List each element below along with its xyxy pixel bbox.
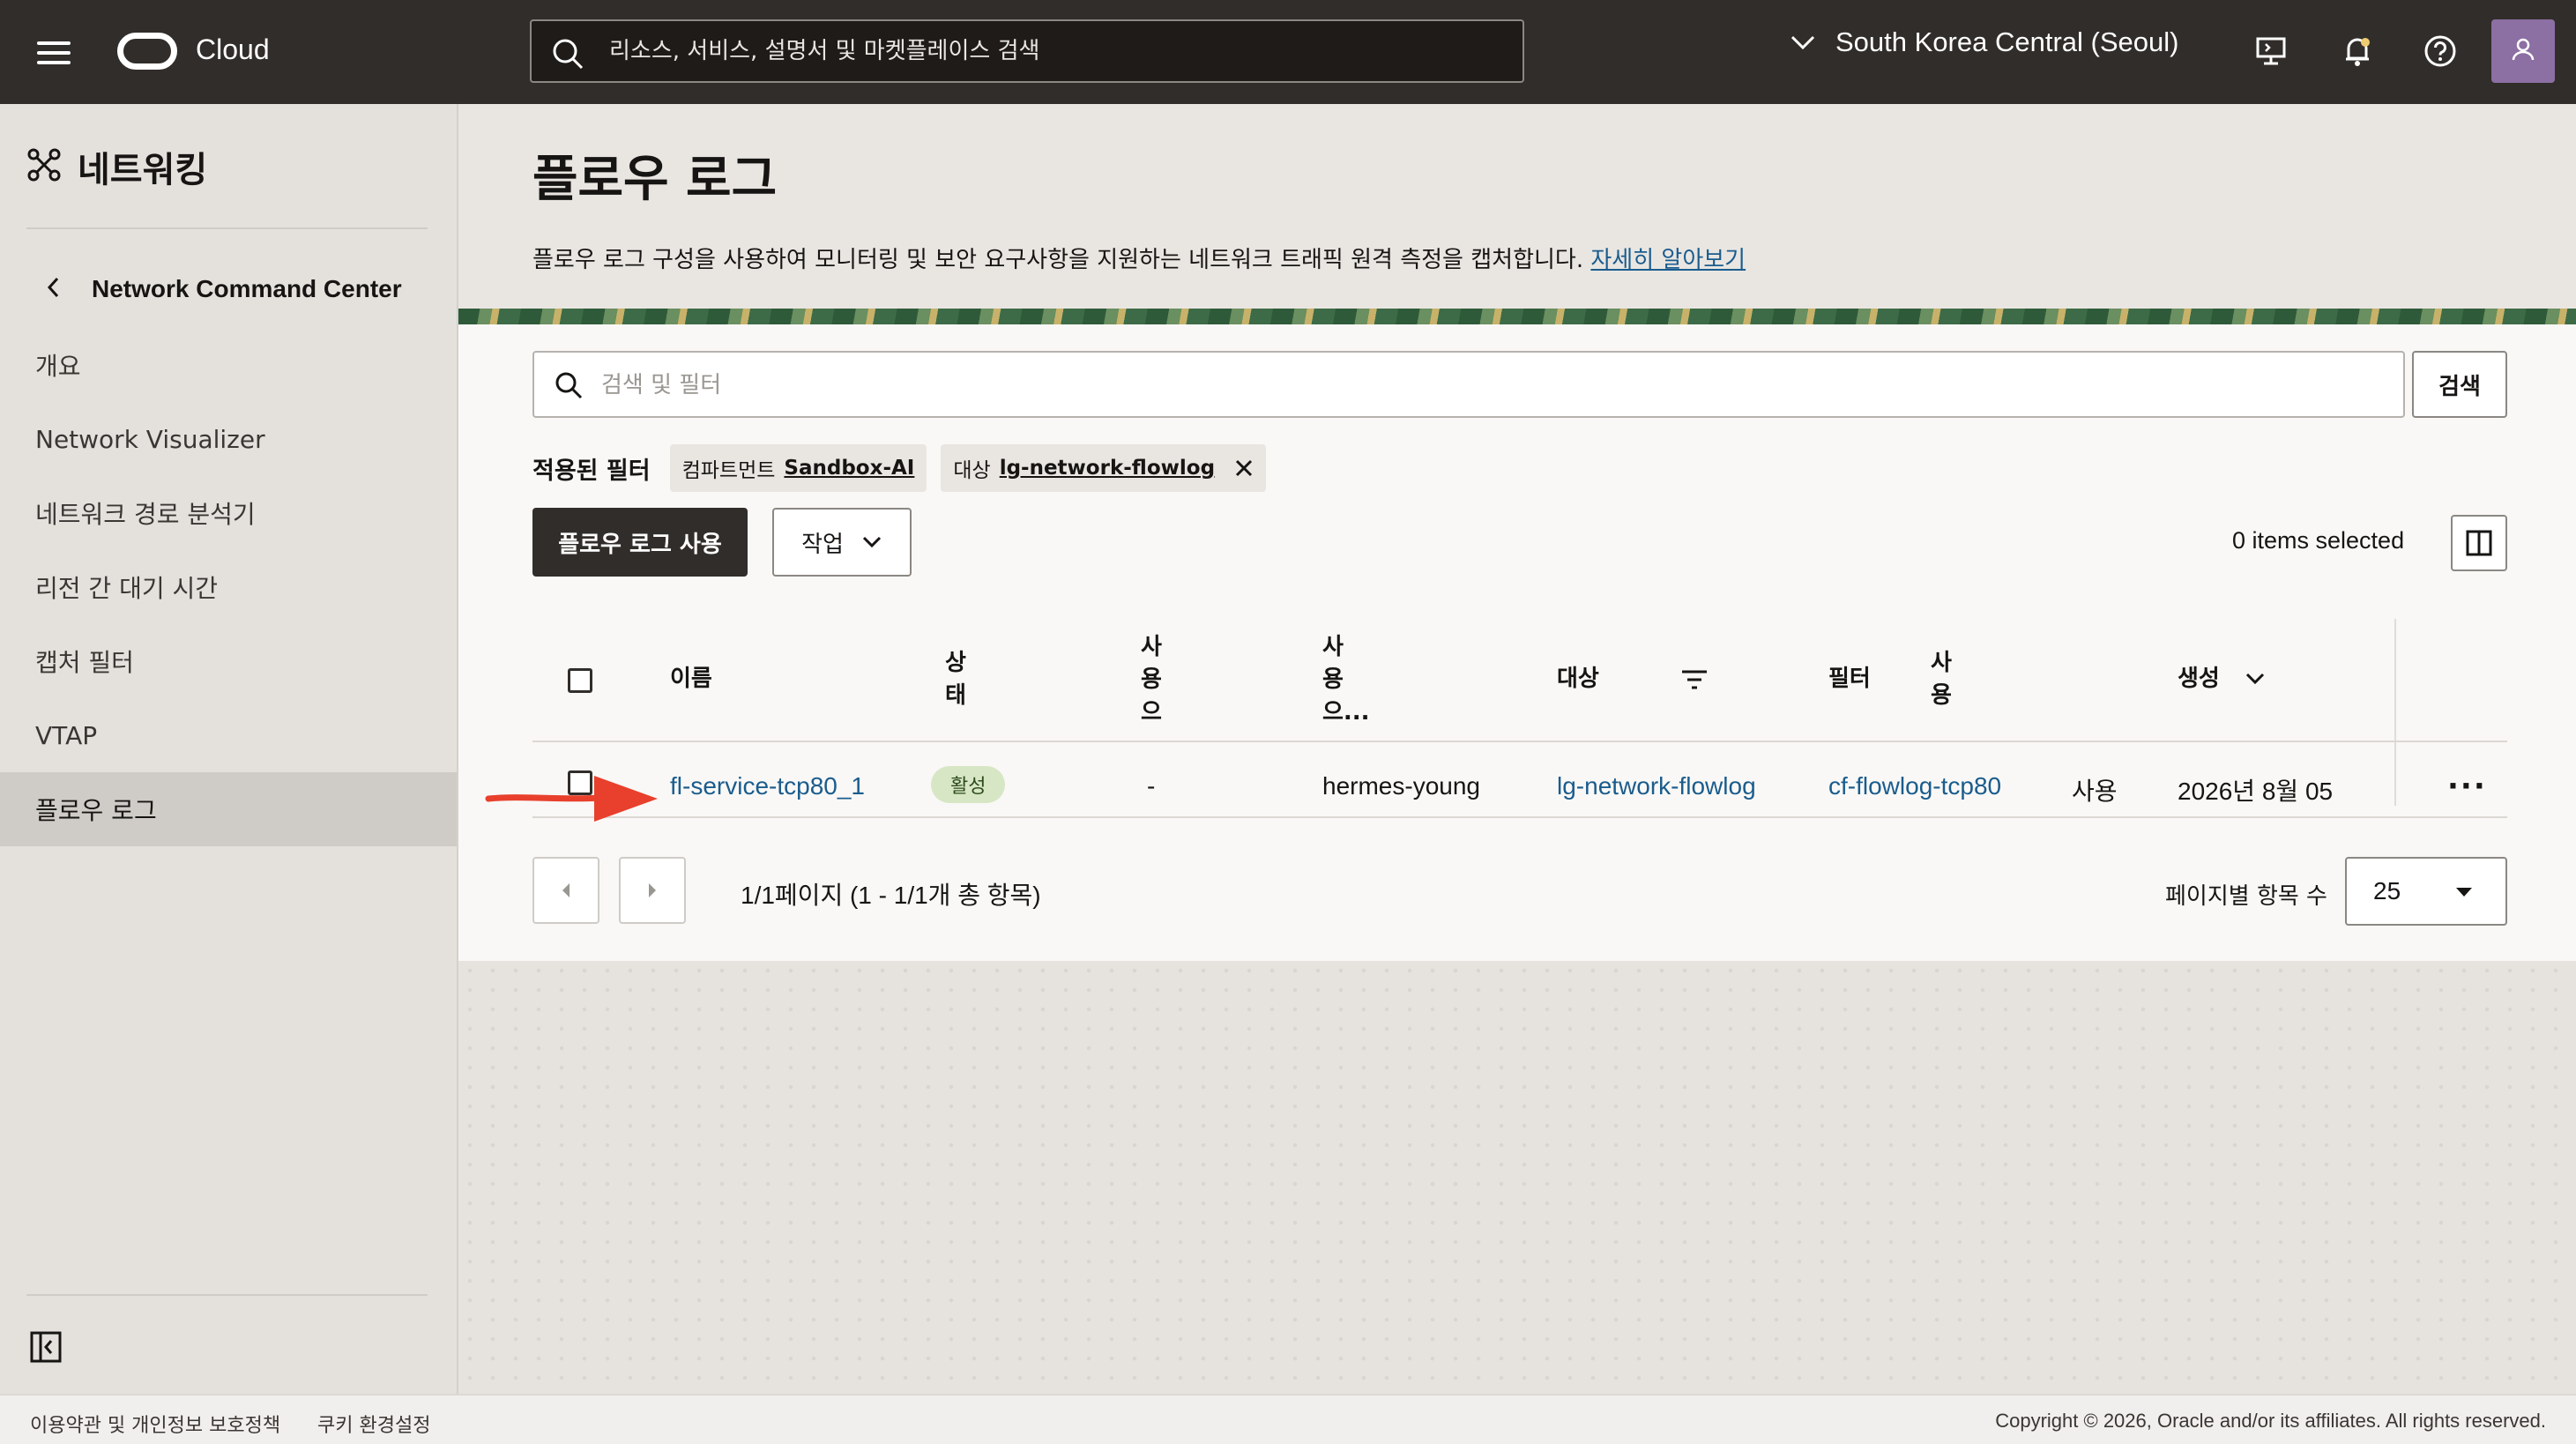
row-enabled: 사용 — [2072, 778, 2118, 805]
filter-chip-target: 대상 lg-network-flowlog — [941, 444, 1267, 492]
page-title: 플로우 로그 — [532, 151, 778, 208]
background-pattern — [458, 961, 2576, 1394]
sidebar-title: 네트워킹 — [78, 150, 208, 190]
sidebar-divider — [26, 227, 428, 229]
networking-icon — [26, 147, 62, 186]
page-description-text: 플로우 로그 구성을 사용하여 모니터링 및 보안 요구사항을 지원하는 네트워… — [532, 247, 1584, 273]
user-icon — [2510, 36, 2536, 66]
search-button[interactable]: 검색 — [2412, 351, 2507, 418]
sidebar-item-network-visualizer[interactable]: Network Visualizer — [0, 402, 457, 476]
filter-search-box[interactable] — [532, 351, 2405, 418]
hamburger-menu-icon[interactable] — [37, 41, 71, 64]
terms-privacy-link[interactable]: 이용약관 및 개인정보 보호정책 — [30, 1410, 280, 1438]
chevron-down-icon — [861, 529, 882, 555]
user-avatar[interactable] — [2491, 19, 2555, 83]
filter-search-input[interactable] — [601, 365, 2364, 406]
sidebar-back-label: Network Command Center — [92, 275, 402, 302]
brand-name[interactable]: Cloud — [196, 33, 270, 66]
status-badge: 활성 — [931, 766, 1006, 803]
actions-menu-button[interactable]: 작업 — [772, 508, 912, 577]
applied-filters: 적용된 필터 컴파트먼트 Sandbox-AI 대상 lg-network-fl… — [532, 444, 1280, 492]
row-divider — [532, 816, 2507, 818]
column-header-name[interactable]: 이름 — [670, 663, 712, 696]
column-header-created[interactable]: 생성 — [2178, 663, 2220, 696]
notifications-bell-icon[interactable] — [2336, 30, 2379, 72]
search-icon — [554, 370, 584, 404]
column-header-col3[interactable]: 사 용 으 — [1134, 631, 1169, 729]
sidebar-item-inter-region-latency[interactable]: 리전 간 대기 시간 — [0, 550, 457, 624]
column-header-col4[interactable]: 사 용 으... — [1322, 631, 1375, 729]
sidebar: 네트워킹 Network Command Center 개요 Network V… — [0, 104, 458, 1394]
next-page-button[interactable] — [619, 857, 686, 924]
decorative-banner — [458, 309, 2576, 324]
column-header-target[interactable]: 대상 — [1557, 663, 1599, 696]
top-bar: Cloud South Korea Central (Seoul) — [0, 0, 2576, 104]
enable-flow-log-button[interactable]: 플로우 로그 사용 — [532, 508, 748, 577]
column-header-filter[interactable]: 필터 — [1828, 663, 1871, 696]
filter-chip-compartment: 컴파트먼트 Sandbox-AI — [669, 444, 927, 492]
region-selector[interactable]: South Korea Central (Seoul) — [1790, 26, 2178, 58]
row-target-link[interactable]: lg-network-flowlog — [1557, 772, 1756, 800]
row-filter-link[interactable]: cf-flowlog-tcp80 — [1828, 772, 2001, 800]
sidebar-header: 네트워킹 — [26, 141, 207, 192]
sidebar-item-overview[interactable]: 개요 — [0, 328, 457, 402]
global-search-input[interactable] — [609, 30, 1500, 72]
filter-chip-value[interactable]: Sandbox-AI — [784, 457, 914, 480]
filter-chip-value[interactable]: lg-network-flowlog — [1000, 457, 1215, 480]
sidebar-item-path-analyzer[interactable]: 네트워크 경로 분석기 — [0, 476, 457, 550]
chevron-down-icon — [1790, 26, 1816, 58]
per-page-value: 25 — [2373, 877, 2401, 904]
row-name-link[interactable]: fl-service-tcp80_1 — [670, 772, 865, 800]
search-icon — [551, 37, 584, 74]
select-all-checkbox[interactable] — [568, 668, 592, 693]
page-description: 플로우 로그 구성을 사용하여 모니터링 및 보안 요구사항을 지원하는 네트워… — [532, 242, 1746, 274]
sidebar-item-flow-logs[interactable]: 플로우 로그 — [0, 772, 457, 846]
main-content: 플로우 로그 플로우 로그 구성을 사용하여 모니터링 및 보안 요구사항을 지… — [458, 104, 2576, 1394]
chevron-left-icon — [46, 276, 60, 302]
previous-page-button[interactable] — [532, 857, 599, 924]
caret-down-icon — [2456, 888, 2472, 897]
oracle-logo-icon[interactable] — [117, 33, 177, 70]
per-page-select[interactable]: 25 — [2345, 857, 2507, 926]
applied-filters-label: 적용된 필터 — [532, 457, 651, 485]
per-page-label: 페이지별 항목 수 — [2165, 883, 2327, 910]
copyright-text: Copyright © 2026, Oracle and/or its affi… — [1995, 1410, 2546, 1432]
learn-more-link[interactable]: 자세히 알아보기 — [1590, 247, 1746, 273]
footer: 이용약관 및 개인정보 보호정책 쿠키 환경설정 Copyright © 202… — [0, 1394, 2576, 1444]
row-created: 2026년 8월 05 — [2178, 778, 2334, 805]
column-divider — [2394, 619, 2396, 806]
collapse-sidebar-icon[interactable] — [30, 1331, 62, 1366]
flow-logs-panel: 검색 적용된 필터 컴파트먼트 Sandbox-AI 대상 lg-network… — [458, 324, 2576, 961]
filter-chip-key: 대상 — [953, 459, 991, 482]
selected-count: 0 items selected — [2232, 527, 2405, 554]
column-header-enabled[interactable]: 사 용 — [1924, 647, 1959, 712]
row-col4: hermes-young — [1322, 772, 1480, 800]
actions-label: 작업 — [801, 531, 844, 558]
manage-columns-icon[interactable] — [2451, 515, 2507, 571]
sidebar-item-capture-filters[interactable]: 캡처 필터 — [0, 624, 457, 698]
close-icon[interactable] — [1234, 458, 1254, 478]
sort-chevron-down-icon[interactable] — [2245, 672, 2266, 689]
filter-chip-key: 컴파트먼트 — [681, 459, 776, 482]
help-icon[interactable] — [2419, 30, 2461, 72]
filter-lines-icon[interactable] — [1680, 668, 1709, 695]
developer-tools-icon[interactable] — [2250, 30, 2292, 72]
sidebar-back-link[interactable]: Network Command Center — [46, 275, 402, 303]
sidebar-item-vtap[interactable]: VTAP — [0, 698, 457, 772]
annotation-arrow-icon — [485, 776, 658, 822]
pagination-text: 1/1페이지 (1 - 1/1개 총 항목) — [741, 882, 1041, 909]
column-header-status[interactable]: 상 태 — [938, 647, 973, 712]
cookie-preferences-link[interactable]: 쿠키 환경설정 — [317, 1410, 430, 1438]
sidebar-bottom-divider — [26, 1294, 428, 1296]
global-search-box[interactable] — [530, 19, 1524, 83]
row-actions-kebab-icon[interactable]: ··· — [2447, 769, 2487, 804]
row-col3: - — [1147, 772, 1156, 800]
header-divider — [532, 741, 2507, 742]
region-label: South Korea Central (Seoul) — [1835, 26, 2179, 57]
